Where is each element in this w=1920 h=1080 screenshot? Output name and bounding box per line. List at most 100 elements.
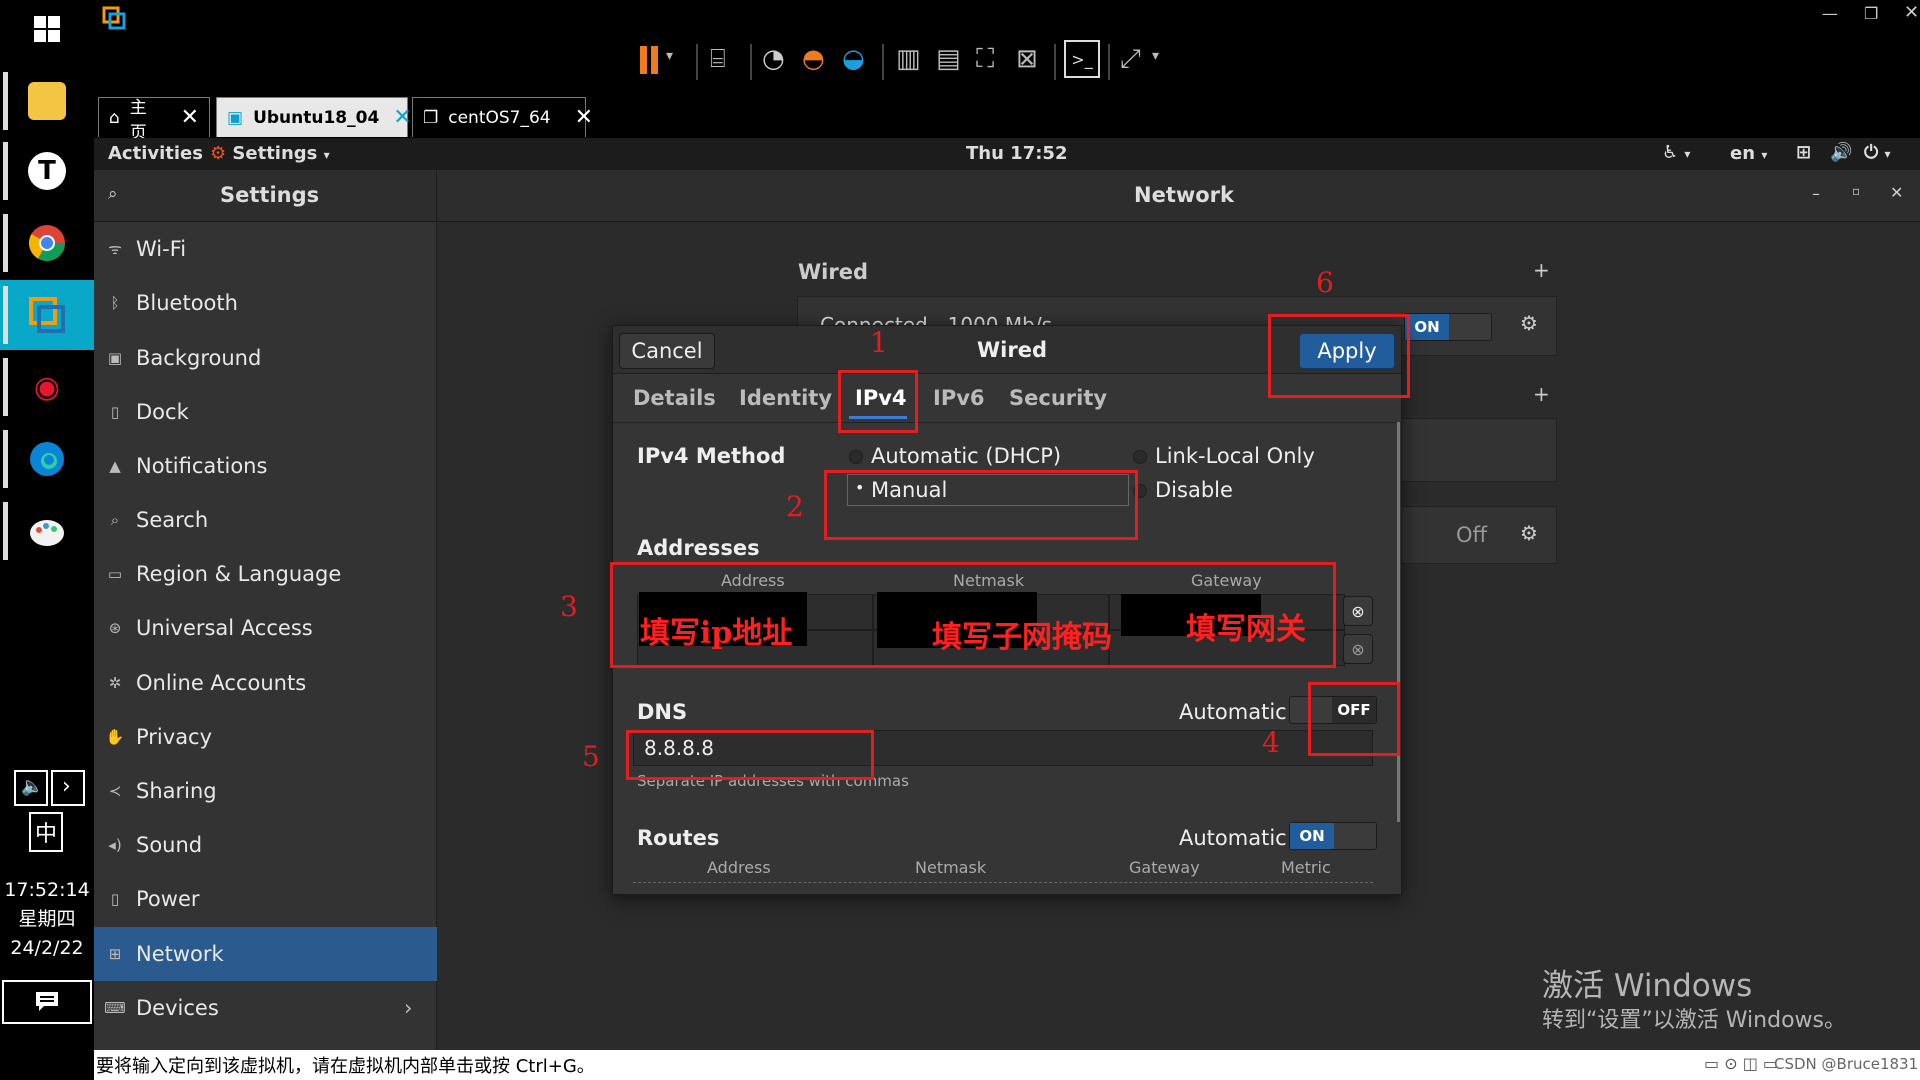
tab-ubuntu-label: Ubuntu18_04 [253,107,380,128]
unity-mode-icon[interactable]: ⊠ [1016,44,1038,74]
sidebar-item-privacy[interactable]: ✋ Privacy [94,710,437,764]
close-tab-icon[interactable]: ✕ [181,105,199,130]
weibo-taskbar-button[interactable]: ◉ [0,352,94,422]
sidebar-item-power[interactable]: ▯ Power [94,872,437,926]
minimize-icon[interactable]: – [1812,184,1820,203]
csdn-credit: CSDN @Bruce1831 [1774,1055,1919,1073]
restore-window-icon[interactable]: ❐ [1864,4,1878,23]
tab-centos[interactable]: ❐ centOS7_64 ✕ [412,97,593,137]
console-view-icon[interactable]: >_ [1064,40,1100,78]
input-method-indicator[interactable]: 中 [29,812,63,852]
network-icon: ⊞ [108,945,122,963]
add-connection-icon[interactable]: + [1533,258,1550,282]
power-menu-icon[interactable]: ⏻ ▾ [1864,142,1891,163]
tab-identity[interactable]: Identity [739,386,832,410]
device-status-icons[interactable]: ▭ ⊙ ◫ ▭ [1704,1054,1778,1073]
remove-address-button[interactable]: ⊗ [1343,634,1373,664]
tab-ipv6[interactable]: IPv6 [933,386,985,410]
vm-icon: ❐ [423,107,439,128]
weibo-icon: ◉ [33,369,61,405]
wired-toggle[interactable]: ON [1404,313,1492,341]
activities-button[interactable]: Activities [108,143,203,164]
close-tab-icon[interactable]: ✕ [575,105,593,130]
annotation-number-2: 2 [786,490,804,523]
sidebar-item-search[interactable]: ⌕ Search [94,493,437,547]
windows-start-button[interactable] [0,0,94,58]
sidebar-item-background[interactable]: ▣ Background [94,331,437,385]
network-status-icon[interactable]: ⊞ [1796,142,1811,163]
sidebar-item-dock[interactable]: ▯ Dock [94,385,437,439]
tab-home[interactable]: ⌂ 主页 ✕ [98,97,210,143]
close-tab-icon[interactable]: ✕ [393,105,411,130]
cancel-button[interactable]: Cancel [619,333,715,369]
dialog-scrollbar[interactable] [1397,422,1400,822]
chrome-taskbar-button[interactable] [0,208,94,278]
clock-day: 星期四 [18,908,76,930]
revert-snapshot-icon[interactable]: ◓ [802,44,825,74]
sidebar-item-wifi[interactable]: ᯤ Wi-Fi [94,222,437,276]
library-view-icon[interactable]: ▥ [896,44,921,74]
routes-automatic-label: Automatic [1179,826,1287,850]
stretch-guest-icon[interactable]: ⤢ [1120,44,1141,75]
route-gateway-header: Gateway [1129,858,1200,877]
share-icon: ≺ [108,782,122,800]
volume-status-icon[interactable]: 🔊 [1830,142,1852,163]
wired-heading: Wired [798,260,868,284]
dialog-title: Wired [977,338,1047,362]
tab-security[interactable]: Security [1009,386,1107,410]
accessibility-menu-icon[interactable]: ♿ ▾ [1662,142,1690,163]
volume-button[interactable]: 🔈 [14,770,48,806]
method-disable[interactable]: Disable [1155,478,1233,502]
routes-automatic-toggle[interactable]: ON [1289,822,1377,850]
sidebar-item-sharing[interactable]: ≺ Sharing [94,764,437,818]
remove-address-button[interactable]: ⊗ [1343,596,1373,626]
thumbnail-view-icon[interactable]: ▤ [936,44,961,74]
show-more-button[interactable]: › [51,770,85,806]
sidebar-item-sound[interactable]: ◂) Sound [94,818,437,872]
send-ctrl-alt-del-icon[interactable]: ⌸ [710,44,726,75]
method-automatic-dhcp[interactable]: Automatic (DHCP) [871,444,1061,468]
close-window-icon[interactable]: ✕ [1904,2,1919,23]
gear-icon[interactable]: ⚙ [1520,311,1538,335]
sidebar-item-label: Region & Language [136,562,342,586]
snapshot-icon[interactable]: ◔ [762,44,785,74]
pause-icon[interactable] [640,46,647,74]
edge-taskbar-button[interactable] [0,424,94,494]
add-vpn-icon[interactable]: + [1533,382,1550,406]
tab-details[interactable]: Details [633,386,716,410]
taskbar-clock[interactable]: 17:52:14 星期四 24/2/22 [0,876,94,963]
snapshot-manager-icon[interactable]: ◒ [842,44,865,74]
fullscreen-icon[interactable]: ⛶ [976,44,994,75]
dns-label: DNS [637,700,688,724]
tab-ubuntu[interactable]: ▣ Ubuntu18_04 ✕ [216,97,412,137]
gnome-clock[interactable]: Thu 17:52 [966,143,1067,164]
sidebar-item-bluetooth[interactable]: ᛒ Bluetooth [94,276,437,330]
sidebar-item-label: Search [136,508,209,532]
sidebar-item-devices[interactable]: ⌨ Devices › [94,981,437,1035]
route-row[interactable] [633,882,1373,896]
sidebar-item-online-accounts[interactable]: ✲ Online Accounts [94,656,437,710]
search-icon[interactable]: ⌕ [108,184,118,204]
stretch-dropdown-icon[interactable]: ▾ [1152,48,1159,64]
maximize-icon[interactable]: ▫ [1852,184,1860,198]
sidebar-item-network[interactable]: ⊞ Network [94,927,437,981]
notification-center-button[interactable] [2,980,92,1024]
typora-taskbar-button[interactable]: T [0,136,94,206]
gear-icon[interactable]: ⚙ [1520,521,1538,545]
file-explorer-taskbar-button[interactable] [0,66,94,136]
paint-taskbar-button[interactable] [0,496,94,566]
close-icon[interactable]: ✕ [1890,183,1903,202]
sidebar-item-universal-access[interactable]: ⊛ Universal Access [94,601,437,655]
chrome-icon [28,225,65,262]
vmware-taskbar-button[interactable] [0,280,94,350]
language-indicator[interactable]: en ▾ [1730,143,1767,164]
pause-dropdown-icon[interactable]: ▾ [666,48,673,64]
method-link-local[interactable]: Link-Local Only [1155,444,1315,468]
sidebar-item-notifications[interactable]: ▲ Notifications [94,439,437,493]
minimize-window-icon[interactable]: — [1822,4,1838,23]
settings-app-menu[interactable]: ⚙ Settings ▾ [210,143,330,164]
radio-automatic-dhcp[interactable] [849,450,863,464]
sidebar-item-region[interactable]: ▭ Region & Language [94,547,437,601]
gnome-top-bar: Activities ⚙ Settings ▾ Thu 17:52 ♿ ▾ en… [94,138,1920,170]
radio-link-local[interactable] [1133,450,1147,464]
